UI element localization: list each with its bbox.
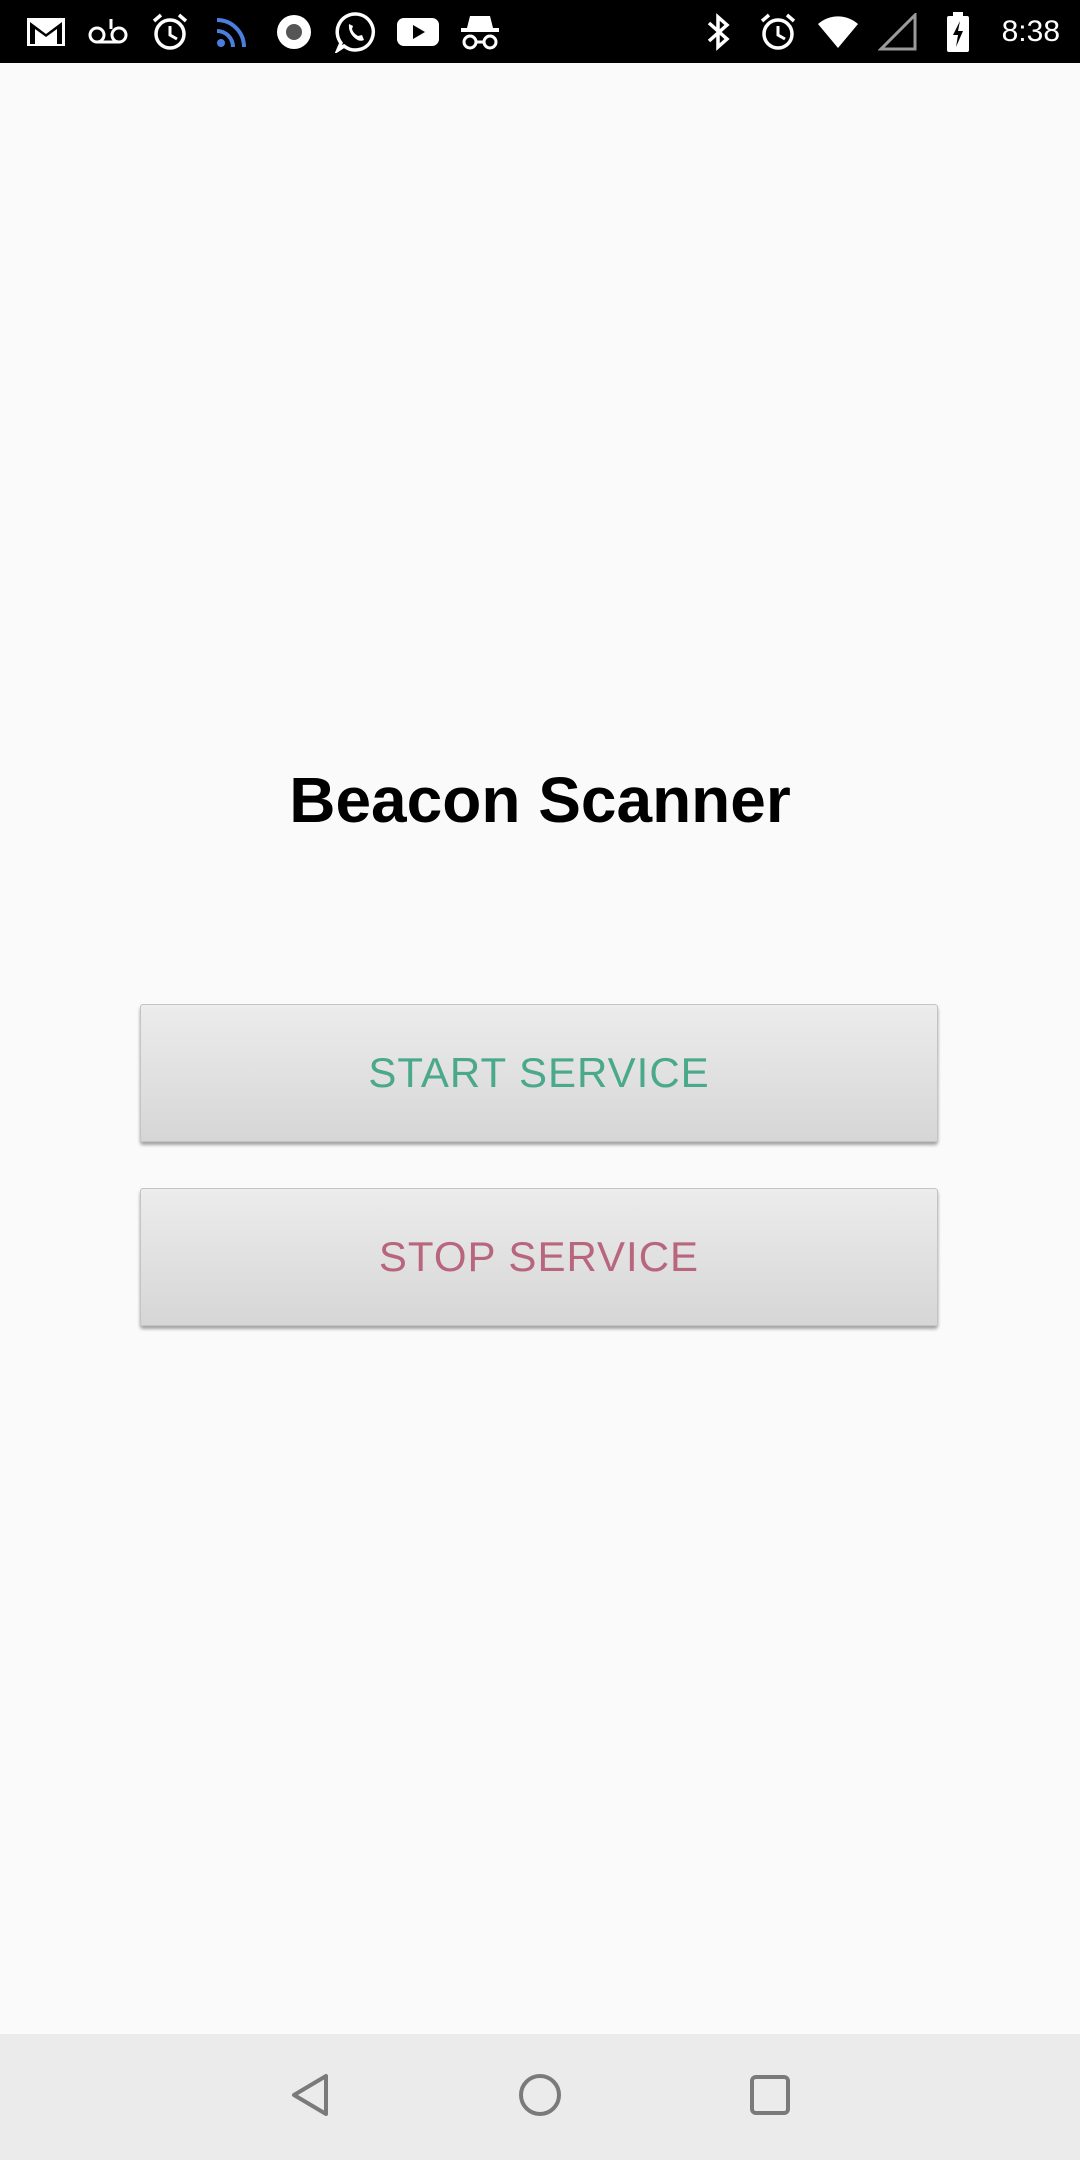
voicemail-icon	[86, 10, 130, 54]
app-screen: 8:38 Beacon Scanner START SERVICE STOP S…	[0, 0, 1080, 2160]
rss-feed-icon	[210, 10, 254, 54]
back-button[interactable]	[250, 2034, 370, 2160]
recent-apps-icon	[748, 2073, 792, 2122]
page-title: Beacon Scanner	[289, 764, 791, 836]
clock-time: 8:38	[1001, 14, 1060, 48]
bluetooth-icon	[696, 10, 740, 54]
stop-service-button[interactable]: STOP SERVICE	[140, 1188, 938, 1326]
notification-icons	[24, 0, 502, 63]
alarm-icon	[756, 10, 800, 54]
start-service-button[interactable]: START SERVICE	[140, 1004, 938, 1142]
whatsapp-icon	[334, 10, 378, 54]
home-icon	[517, 2072, 563, 2123]
incognito-icon	[458, 10, 502, 54]
alarm-icon	[148, 10, 192, 54]
battery-charging-icon	[936, 10, 980, 54]
wifi-icon	[816, 10, 860, 54]
system-status-icons: 8:38	[696, 0, 1060, 63]
youtube-icon	[396, 10, 440, 54]
navigation-bar	[0, 2034, 1080, 2160]
cell-signal-icon	[876, 10, 920, 54]
recent-apps-button[interactable]	[710, 2034, 830, 2160]
home-button[interactable]	[480, 2034, 600, 2160]
record-icon	[272, 10, 316, 54]
status-bar: 8:38	[0, 0, 1080, 63]
back-icon	[288, 2071, 332, 2124]
gmail-icon	[24, 10, 68, 54]
